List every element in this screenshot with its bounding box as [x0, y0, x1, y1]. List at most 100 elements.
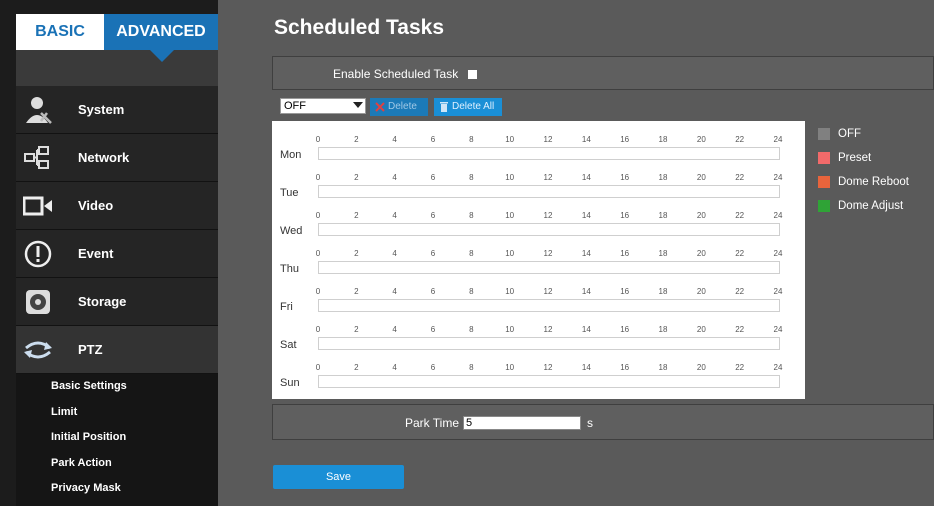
hour-tick-label: 20	[696, 363, 706, 372]
hour-tick-label: 16	[620, 211, 630, 220]
hour-tick-label: 14	[581, 363, 591, 372]
hour-tick-label: 18	[658, 211, 668, 220]
hour-tick-label: 22	[735, 363, 745, 372]
park-time-label: Park Time	[405, 416, 460, 430]
enable-task-checkbox[interactable]	[468, 70, 477, 79]
day-schedule-bar[interactable]	[318, 223, 780, 236]
hour-tick-label: 22	[735, 135, 745, 144]
hour-tick-label: 2	[354, 325, 359, 334]
hour-tick-label: 20	[696, 287, 706, 296]
submenu-item-initial-position[interactable]: Initial Position	[16, 425, 218, 451]
hour-tick-label: 16	[620, 173, 630, 182]
park-time-unit: s	[587, 416, 593, 430]
task-type-select[interactable]: OFF	[280, 98, 366, 114]
hour-tick-label: 22	[735, 325, 745, 334]
legend-item: Dome Adjust	[818, 194, 909, 218]
submenu-item-park-action[interactable]: Park Action	[16, 451, 218, 477]
page-title: Scheduled Tasks	[274, 16, 445, 39]
hour-tick-label: 12	[543, 135, 553, 144]
hour-tick-label: 8	[469, 135, 474, 144]
hour-tick-label: 10	[505, 287, 515, 296]
sidebar-item-label: System	[78, 102, 125, 117]
active-tab-pointer	[150, 50, 174, 62]
sidebar-item-label: Network	[78, 150, 130, 165]
hour-tick-label: 16	[620, 287, 630, 296]
hour-tick-label: 6	[430, 363, 436, 372]
sidebar-spacer	[16, 50, 218, 86]
legend-label: Dome Adjust	[838, 200, 904, 212]
sidebar-item-storage[interactable]: Storage	[16, 278, 218, 326]
tab-basic[interactable]: BASIC	[16, 14, 104, 50]
hour-tick-label: 12	[543, 211, 553, 220]
hour-tick-label: 12	[543, 363, 553, 372]
hour-tick-label: 4	[392, 325, 397, 334]
delete-all-button[interactable]: Delete All	[434, 98, 502, 116]
legend-label: OFF	[838, 128, 861, 140]
tab-advanced[interactable]: ADVANCED	[104, 14, 218, 50]
enable-task-row: Enable Scheduled Task	[272, 56, 934, 90]
sidebar-item-ptz[interactable]: PTZ	[16, 326, 218, 374]
hour-tick-label: 22	[735, 287, 745, 296]
sidebar-item-label: Video	[78, 198, 114, 213]
hour-tick-label: 24	[773, 135, 783, 144]
day-label: Wed	[280, 225, 303, 237]
schedule-legend: OFF Preset Dome Reboot Dome Adjust	[818, 122, 909, 218]
sidebar-item-system[interactable]: System	[16, 86, 218, 134]
submenu-item-basic-settings[interactable]: Basic Settings	[16, 374, 218, 400]
hour-tick-label: 18	[658, 135, 668, 144]
day-label: Tue	[280, 187, 299, 199]
hour-tick-label: 20	[696, 211, 706, 220]
hour-tick-label: 24	[773, 249, 783, 258]
day-schedule-bar[interactable]	[318, 337, 780, 350]
park-time-input[interactable]: 5	[463, 416, 581, 430]
storage-icon	[16, 278, 60, 326]
submenu-item-limit[interactable]: Limit	[16, 400, 218, 426]
submenu-item-privacy-mask[interactable]: Privacy Mask	[16, 476, 218, 502]
day-schedule-bar[interactable]	[318, 185, 780, 198]
hour-tick-label: 2	[354, 211, 359, 220]
sidebar-item-video[interactable]: Video	[16, 182, 218, 230]
hour-tick-label: 8	[469, 249, 474, 258]
save-button[interactable]: Save	[273, 465, 404, 489]
hour-tick-label: 6	[430, 135, 436, 144]
sidebar-item-event[interactable]: Event	[16, 230, 218, 278]
hour-tick-label: 6	[430, 211, 436, 220]
hour-tick-label: 2	[354, 173, 359, 182]
hour-tick-label: 18	[658, 287, 668, 296]
hour-tick-label: 8	[469, 363, 474, 372]
day-schedule-bar[interactable]	[318, 261, 780, 274]
hour-tick-label: 22	[735, 249, 745, 258]
delete-all-button-label: Delete All	[452, 101, 495, 112]
hour-tick-label: 6	[430, 173, 436, 182]
hour-tick-label: 14	[581, 211, 591, 220]
hour-tick-label: 6	[430, 325, 436, 334]
hour-tick-label: 10	[505, 173, 515, 182]
hour-tick-label: 2	[354, 287, 359, 296]
hour-tick-label: 0	[315, 249, 321, 258]
day-row: Mon 0 2 4 6 8 10 12 14 16 18 20 22 24	[272, 127, 805, 165]
hour-tick-label: 0	[315, 173, 321, 182]
hour-tick-label: 2	[354, 135, 359, 144]
day-schedule-bar[interactable]	[318, 299, 780, 312]
sidebar-item-network[interactable]: Network	[16, 134, 218, 182]
delete-button[interactable]: Delete	[370, 98, 428, 116]
hour-tick-label: 18	[658, 173, 668, 182]
hour-scale: 0 2 4 6 8 10 12 14 16 18 20 22 24	[316, 211, 782, 230]
hour-tick-label: 24	[773, 363, 783, 372]
hour-tick-label: 14	[581, 135, 591, 144]
day-schedule-bar[interactable]	[318, 147, 780, 160]
schedule-grid: Mon 0 2 4 6 8 10 12 14 16 18 20 22 24 Tue 0 2 4 6 8 10 12 14 16…	[272, 121, 805, 399]
hour-scale: 0 2 4 6 8 10 12 14 16 18 20 22 24	[316, 325, 782, 344]
chevron-down-icon	[353, 102, 363, 108]
hour-tick-label: 22	[735, 211, 745, 220]
hour-tick-label: 8	[469, 325, 474, 334]
hour-tick-label: 16	[620, 325, 630, 334]
hour-tick-label: 22	[735, 173, 745, 182]
hour-scale: 0 2 4 6 8 10 12 14 16 18 20 22 24	[316, 287, 782, 306]
hour-tick-label: 14	[581, 325, 591, 334]
hour-tick-label: 16	[620, 135, 630, 144]
hour-tick-label: 20	[696, 135, 706, 144]
day-schedule-bar[interactable]	[318, 375, 780, 388]
hour-tick-label: 14	[581, 173, 591, 182]
hour-tick-label: 10	[505, 249, 515, 258]
